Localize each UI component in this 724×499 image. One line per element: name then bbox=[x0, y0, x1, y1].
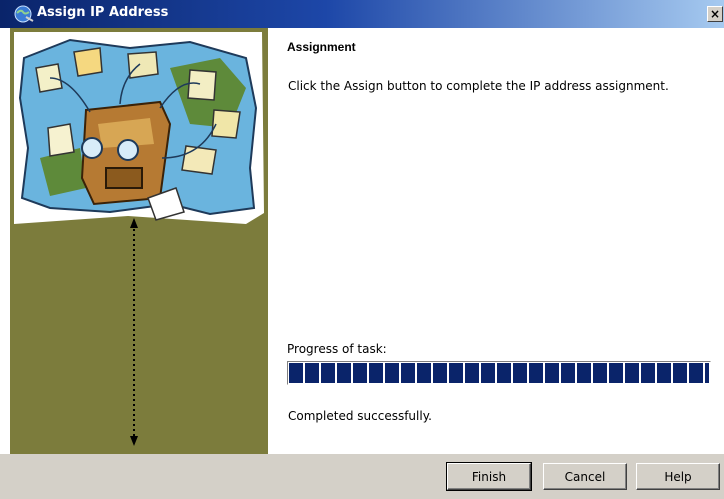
wizard-side-panel bbox=[10, 28, 268, 454]
wizard-illustration bbox=[14, 32, 264, 446]
progress-label: Progress of task: bbox=[287, 342, 387, 356]
finish-button[interactable]: Finish bbox=[446, 462, 532, 491]
window-title: Assign IP Address bbox=[37, 5, 169, 20]
close-button[interactable]: × bbox=[707, 6, 723, 22]
help-button[interactable]: Help bbox=[636, 463, 720, 490]
close-icon: × bbox=[710, 7, 721, 21]
network-globe-icon bbox=[14, 5, 34, 23]
progress-bar bbox=[287, 361, 711, 385]
title-bar: Assign IP Address × bbox=[0, 0, 724, 28]
progress-fill bbox=[289, 363, 709, 383]
page-description: Click the Assign button to complete the … bbox=[288, 79, 669, 93]
page-title: Assignment bbox=[287, 40, 356, 54]
cancel-button[interactable]: Cancel bbox=[543, 463, 627, 490]
status-text: Completed successfully. bbox=[288, 409, 432, 423]
